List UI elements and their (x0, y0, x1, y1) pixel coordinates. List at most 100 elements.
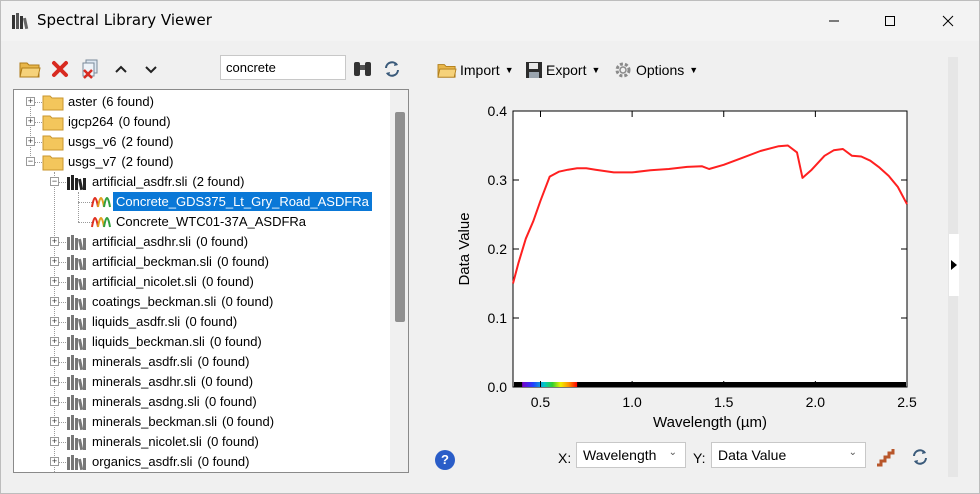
options-menu-button[interactable]: Options ▼ (613, 59, 698, 81)
folder-icon (42, 115, 64, 131)
library-icon (67, 455, 86, 471)
tree-item-count: (0 found) (201, 274, 254, 289)
tree-library-item[interactable]: + artificial_nicolet.sli (0 found) (14, 272, 384, 292)
expand-icon[interactable]: + (50, 337, 59, 346)
x-tick-label: 1.0 (622, 394, 642, 410)
spectrum-chart: 0.0 0.1 0.2 0.3 0.4 0.5 1.0 1.5 2.0 2.5 Wavelength… (451, 97, 921, 437)
expand-icon[interactable]: + (50, 317, 59, 326)
refresh-icon (913, 449, 927, 465)
tree-spectrum-item[interactable]: Concrete_WTC01-37A_ASDFRa (14, 212, 384, 232)
tree-library-item[interactable]: − artificial_asdfr.sli (2 found) (14, 172, 384, 192)
tree-item-label: artificial_asdfr.sli (2 found) (89, 172, 247, 191)
folder-open-icon (437, 64, 457, 78)
refresh-plot-button[interactable] (908, 445, 932, 469)
tree-library-item[interactable]: + liquids_asdfr.sli (0 found) (14, 312, 384, 332)
collapse-panel-button[interactable] (949, 234, 959, 296)
tree-folder-item[interactable]: + usgs_v6 (2 found) (14, 132, 384, 152)
tree-library-item[interactable]: + organics_asdfr.sli (0 found) (14, 452, 384, 472)
expand-icon[interactable]: + (50, 377, 59, 386)
y-axis-combobox[interactable]: Data Value ⌄ (711, 442, 866, 468)
staircase-icon (877, 449, 895, 467)
tree-library-item[interactable]: + artificial_asdhr.sli (0 found) (14, 232, 384, 252)
expand-icon[interactable]: + (50, 237, 59, 246)
tree-item-count: (0 found) (204, 394, 257, 409)
tree-folder-item[interactable]: + igcp264 (0 found) (14, 112, 384, 132)
expand-icon[interactable]: + (50, 417, 59, 426)
maximize-button[interactable] (867, 1, 913, 41)
tree-folder-item[interactable]: − usgs_v7 (2 found) (14, 152, 384, 172)
x-axis-combobox[interactable]: Wavelength ⌄ (576, 442, 686, 468)
tree-item-name: minerals_asdhr.sli (92, 374, 197, 389)
minimize-button[interactable] (811, 1, 857, 41)
move-down-button[interactable] (139, 57, 163, 81)
spectrum-rainbow-icon (91, 197, 111, 208)
search-input[interactable] (220, 55, 346, 80)
expand-icon[interactable]: + (26, 117, 35, 126)
find-button[interactable] (351, 57, 375, 81)
expand-icon[interactable]: + (50, 357, 59, 366)
tree-library-item[interactable]: + minerals_beckman.sli (0 found) (14, 412, 384, 432)
library-icon (67, 435, 86, 451)
y-tick-label: 0.0 (488, 379, 508, 395)
tree-item-name: minerals_asdng.sli (92, 394, 200, 409)
tree-scrollbar-thumb[interactable] (395, 112, 405, 322)
tree-item-count: (0 found) (201, 374, 254, 389)
tree-item-name: Concrete_GDS375_Lt_Gry_Road_ASDFRa (116, 194, 369, 209)
tree-item-name: minerals_nicolet.sli (92, 434, 202, 449)
arrow-right-icon (951, 260, 957, 270)
export-menu-button[interactable]: Export ▼ (525, 59, 600, 81)
tree-library-item[interactable]: + minerals_asdhr.sli (0 found) (14, 372, 384, 392)
tree-library-item[interactable]: + minerals_asdfr.sli (0 found) (14, 352, 384, 372)
options-label: Options (636, 62, 685, 78)
expand-icon[interactable]: + (50, 257, 59, 266)
close-button[interactable] (925, 1, 971, 41)
open-folder-button[interactable] (18, 57, 42, 81)
tree-item-label: minerals_asdfr.sli (0 found) (89, 352, 252, 371)
expand-icon[interactable]: + (50, 297, 59, 306)
expand-icon[interactable]: + (26, 97, 35, 106)
gear-icon (615, 62, 631, 78)
tree-item-name: artificial_asdhr.sli (92, 234, 191, 249)
tree-spectrum-item[interactable]: Concrete_GDS375_Lt_Gry_Road_ASDFRa (14, 192, 384, 212)
tree-item-count: (2 found) (192, 174, 245, 189)
refresh-tree-button[interactable] (380, 57, 404, 81)
tree-scrollbar[interactable] (390, 90, 408, 472)
tree-folder-item[interactable]: + aster (6 found) (14, 92, 384, 112)
library-icon (67, 255, 86, 271)
stretch-button[interactable] (873, 445, 897, 469)
tree-item-name: liquids_beckman.sli (92, 334, 205, 349)
tree-item-name: minerals_beckman.sli (92, 414, 217, 429)
tree-library-item[interactable]: + liquids_beckman.sli (0 found) (14, 332, 384, 352)
tree-library-item[interactable]: + minerals_asdng.sli (0 found) (14, 392, 384, 412)
expand-icon[interactable]: + (50, 457, 59, 466)
spectrum-plot: 0.0 0.1 0.2 0.3 0.4 0.5 1.0 1.5 2.0 2.5 Wavelength… (456, 103, 917, 431)
tree-library-item[interactable]: + minerals_nicolet.sli (0 found) (14, 432, 384, 452)
library-icon (67, 395, 86, 411)
collapse-icon[interactable]: − (50, 177, 59, 186)
tree-item-label: artificial_beckman.sli (0 found) (89, 252, 272, 271)
collapse-icon[interactable]: − (26, 157, 35, 166)
library-tree[interactable]: + aster (6 found) + igcp264 (0 found) + usgs_v6… (13, 89, 409, 473)
tree-item-name: artificial_nicolet.sli (92, 274, 197, 289)
tree-item-label: igcp264 (0 found) (65, 112, 174, 131)
tree-library-item[interactable]: + artificial_beckman.sli (0 found) (14, 252, 384, 272)
library-icon (67, 355, 86, 371)
expand-icon[interactable]: + (50, 437, 59, 446)
import-menu-button[interactable]: Import ▼ (437, 59, 514, 81)
expand-icon[interactable]: + (50, 397, 59, 406)
tree-item-label: minerals_beckman.sli (0 found) (89, 412, 277, 431)
x-tick-label: 1.5 (714, 394, 734, 410)
tree-item-name: igcp264 (68, 114, 114, 129)
tree-item-name: liquids_asdfr.sli (92, 314, 181, 329)
expand-icon[interactable]: + (50, 277, 59, 286)
help-icon[interactable]: ? (435, 450, 455, 470)
remove-all-button[interactable] (78, 57, 102, 81)
move-up-button[interactable] (109, 57, 133, 81)
tree-item-name: artificial_beckman.sli (92, 254, 212, 269)
expand-icon[interactable]: + (26, 137, 35, 146)
x-axis-label: Wavelength (µm) (653, 414, 767, 431)
delete-button[interactable] (48, 57, 72, 81)
tree-item-label: minerals_asdhr.sli (0 found) (89, 372, 256, 391)
x-axis-value: Wavelength (583, 447, 657, 463)
tree-library-item[interactable]: + coatings_beckman.sli (0 found) (14, 292, 384, 312)
